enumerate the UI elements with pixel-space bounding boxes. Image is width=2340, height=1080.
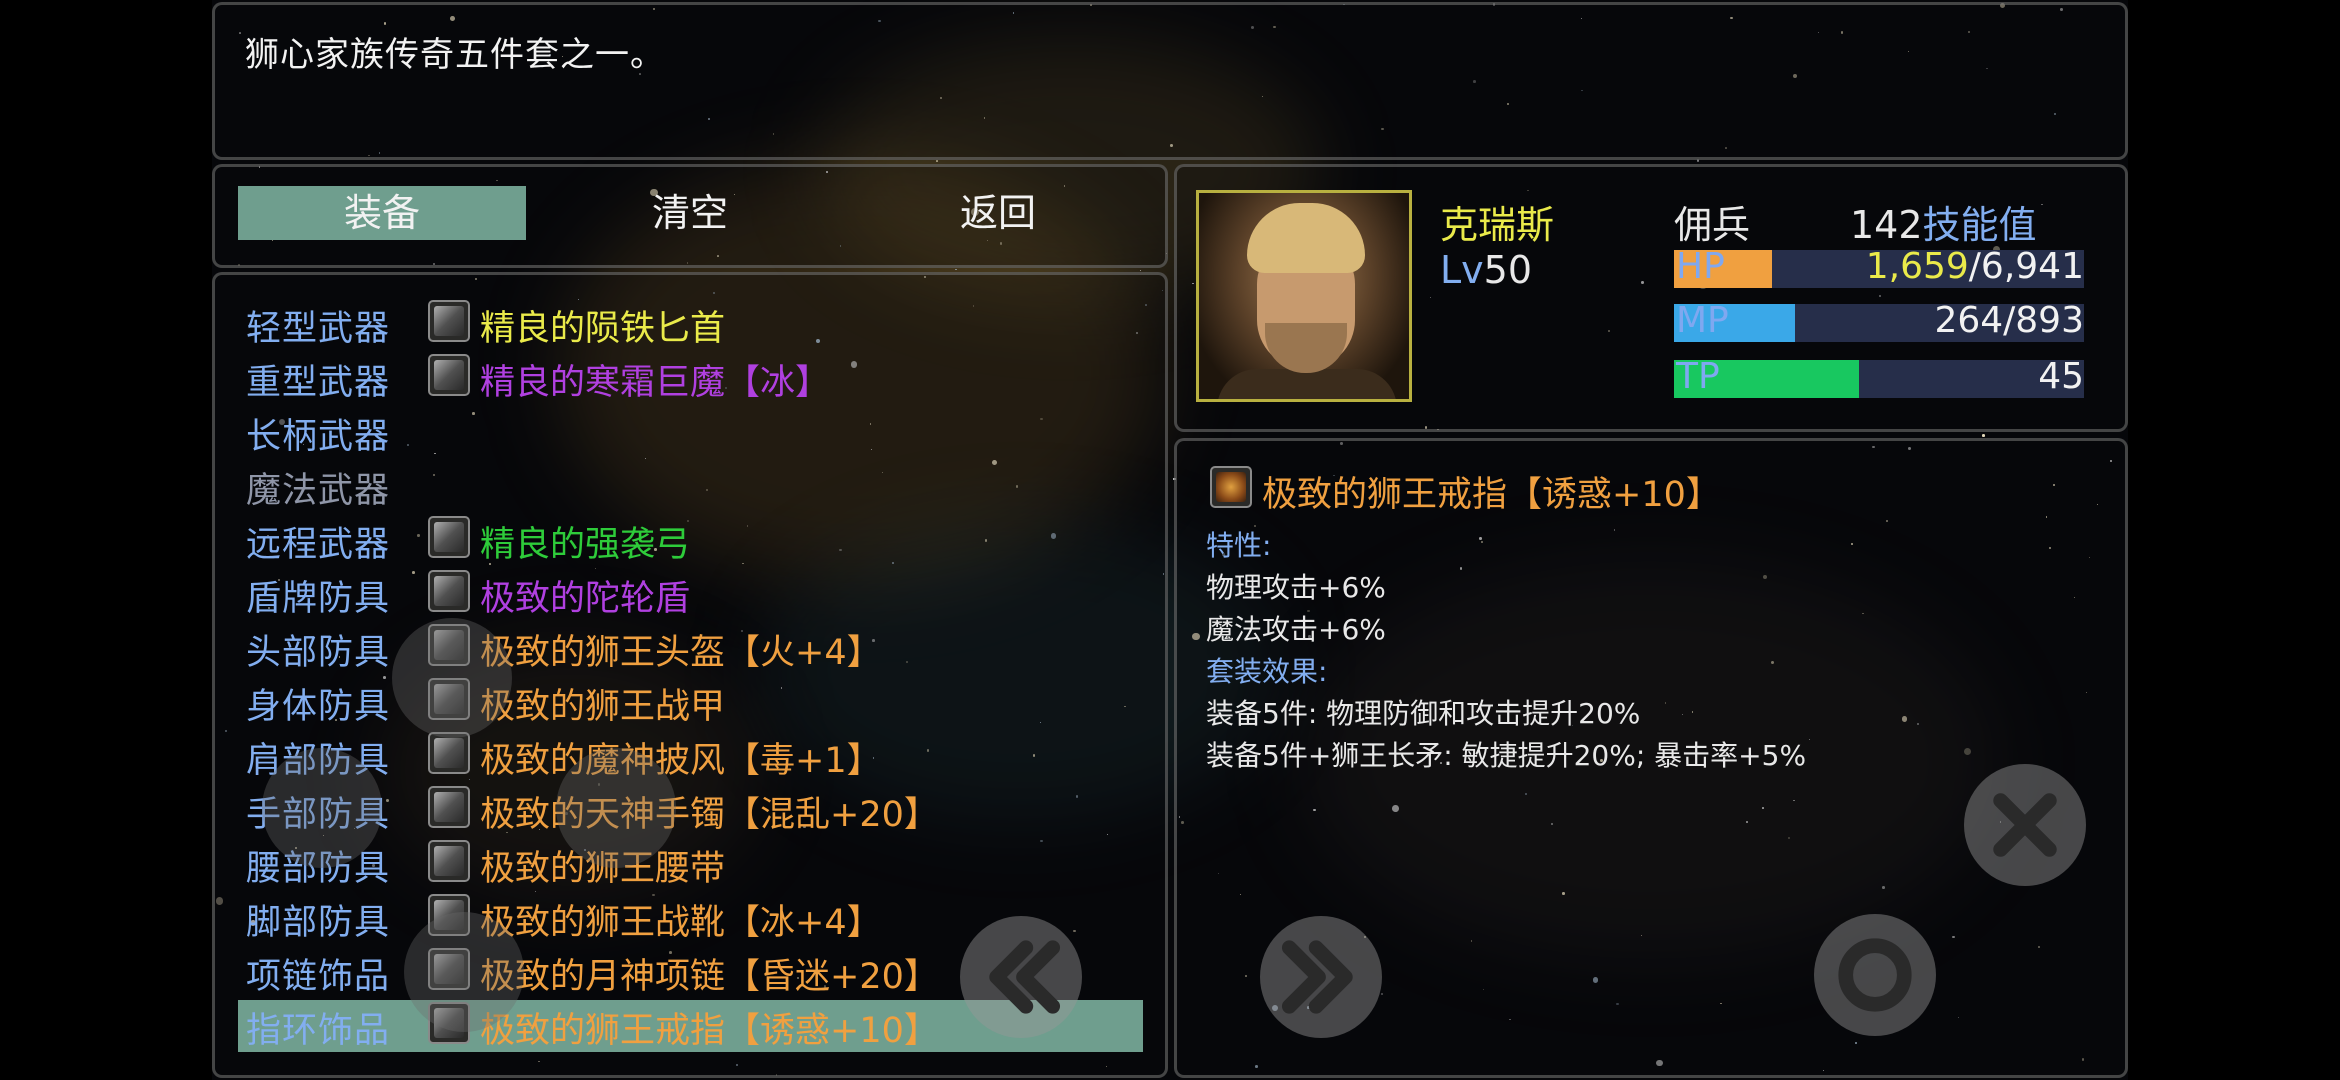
star — [1981, 434, 1985, 437]
hp-bar: HP 1,659/6,941 — [1674, 246, 2084, 288]
tp-label: TP — [1676, 356, 1720, 397]
dpad-up-ghost[interactable] — [392, 618, 512, 738]
trait-line: 物理攻击+6% — [1206, 571, 1386, 604]
rewind-icon[interactable] — [960, 916, 1082, 1038]
equipped-item-name: 精良的寒霜巨魔【冰】 — [480, 363, 831, 403]
level-prefix: Lv — [1440, 248, 1484, 292]
star — [935, 160, 938, 162]
item-detail-title: 极致的狮王戒指【诱惑+10】 — [1262, 475, 1721, 515]
equipped-item-name: 极致的狮王战甲 — [480, 687, 726, 727]
equipment-slot-row[interactable]: 腰部防具 极致的狮王腰带 — [238, 838, 1138, 889]
slot-label: 头部防具 — [246, 633, 391, 673]
slot-label: 长柄武器 — [246, 417, 391, 457]
tp-value: 45 — [2038, 356, 2084, 397]
equipment-slot-row[interactable]: 魔法武器 — [238, 460, 1138, 511]
equipped-item-name: 精良的陨铁匕首 — [480, 309, 726, 349]
tp-bar: TP 45 — [1674, 356, 2084, 398]
dagger-icon — [428, 300, 470, 342]
tab-equip[interactable]: 装备 — [238, 186, 526, 240]
mp-bar: MP 264/893 — [1674, 300, 2084, 342]
slot-label: 指环饰品 — [246, 1011, 391, 1051]
dpad-right-ghost[interactable] — [556, 748, 676, 868]
dpad-down-ghost[interactable] — [404, 912, 524, 1032]
equipment-slot-row[interactable]: 身体防具 极致的狮王战甲 — [238, 676, 1138, 727]
right-letterbox — [2128, 0, 2340, 1080]
equipment-slot-row[interactable]: 重型武器 精良的寒霜巨魔【冰】 — [238, 352, 1138, 403]
equipment-slot-row[interactable]: 远程武器 精良的强袭弓 — [238, 514, 1138, 565]
hp-value: 1,659/6,941 — [1866, 246, 2084, 287]
slot-label: 重型武器 — [246, 363, 391, 403]
item-description: 狮心家族传奇五件套之一。 — [245, 35, 665, 75]
equipment-slot-row[interactable]: 肩部防具 极致的魔神披风【毒+1】 — [238, 730, 1138, 781]
equipped-item-name: 极致的魔神披风【毒+1】 — [480, 741, 882, 781]
shield-icon — [428, 570, 470, 612]
circle-icon[interactable] — [1814, 914, 1936, 1036]
character-level: Lv50 — [1440, 248, 1532, 292]
equipment-slot-row[interactable]: 长柄武器 — [238, 406, 1138, 457]
equipment-slot-row[interactable]: 轻型武器 精良的陨铁匕首 — [238, 298, 1138, 349]
tab-back[interactable]: 返回 — [854, 186, 1142, 240]
character-name: 克瑞斯 — [1440, 203, 1555, 247]
character-class: 佣兵 — [1674, 203, 1751, 247]
equipped-item-name: 极致的狮王头盔【火+4】 — [480, 633, 882, 673]
equipped-item-name: 极致的陀轮盾 — [480, 579, 691, 619]
slot-label: 身体防具 — [246, 687, 391, 727]
skill-points-value: 142 — [1850, 203, 1923, 247]
bow-icon — [428, 516, 470, 558]
slot-label: 项链饰品 — [246, 957, 391, 997]
slot-label: 魔法武器 — [246, 471, 391, 511]
slot-label: 盾牌防具 — [246, 579, 391, 619]
slot-label: 远程武器 — [246, 525, 391, 565]
equipped-item-name: 极致的狮王战靴【冰+4】 — [480, 903, 882, 943]
skill-points: 142技能值 — [1850, 194, 2037, 249]
mp-value: 264/893 — [1934, 300, 2084, 341]
set-effect-line: 装备5件+狮王长矛: 敏捷提升20%; 暴击率+5% — [1206, 739, 1807, 772]
hp-max: /6,941 — [1968, 246, 2084, 287]
dpad-left-ghost[interactable] — [262, 748, 382, 868]
skill-points-label: 技能值 — [1922, 203, 2037, 247]
fast-forward-icon[interactable] — [1260, 916, 1382, 1038]
set-effect-line: 装备5件: 物理防御和攻击提升20% — [1206, 697, 1641, 730]
bracelet-icon — [428, 786, 470, 828]
equipment-slot-row[interactable]: 盾牌防具 极致的陀轮盾 — [238, 568, 1138, 619]
traits-heading: 特性: — [1206, 529, 1272, 562]
equipped-item-name: 极致的月神项链【昏迷+20】 — [480, 957, 939, 997]
character-portrait[interactable] — [1196, 190, 1412, 402]
equipment-slot-row[interactable]: 头部防具 极致的狮王头盔【火+4】 — [238, 622, 1138, 673]
tab-clear[interactable]: 清空 — [546, 186, 834, 240]
hp-current: 1,659 — [1865, 246, 1969, 287]
equipped-item-name: 极致的天神手镯【混乱+20】 — [480, 795, 939, 835]
ring-icon — [1210, 466, 1252, 508]
slot-label: 轻型武器 — [246, 309, 391, 349]
set-effects-heading: 套装效果: — [1206, 655, 1328, 688]
equipped-item-name: 极致的狮王戒指【诱惑+10】 — [480, 1011, 939, 1051]
left-letterbox — [0, 0, 212, 1080]
belt-icon — [428, 840, 470, 882]
trait-line: 魔法攻击+6% — [1206, 613, 1386, 646]
slot-label: 脚部防具 — [246, 903, 391, 943]
description-panel: 狮心家族传奇五件套之一。 — [212, 2, 2128, 160]
close-icon[interactable] — [1964, 764, 2086, 886]
equipped-item-name: 精良的强袭弓 — [480, 525, 691, 565]
cloak-icon — [428, 732, 470, 774]
greatsword-icon — [428, 354, 470, 396]
mp-label: MP — [1676, 300, 1729, 341]
hp-label: HP — [1676, 246, 1725, 287]
level-value: 50 — [1483, 248, 1533, 292]
